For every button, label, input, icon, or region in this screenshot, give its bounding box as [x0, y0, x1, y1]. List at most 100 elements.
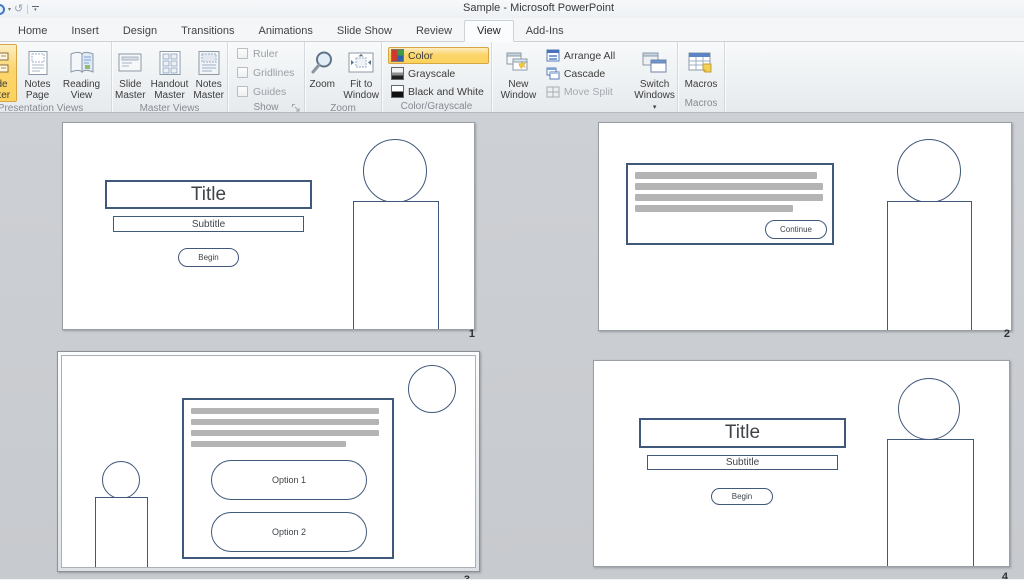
repeat-icon[interactable]: ↺	[14, 4, 23, 15]
undo-dropdown-caret[interactable]: ▾	[8, 6, 11, 13]
slide-number-2: 2	[990, 328, 1010, 340]
ribbon: Slide Sorter Notes Page Reading View	[0, 42, 1024, 113]
slide-sorter-canvas: Title Subtitle Begin 1 Continue 2	[0, 113, 1024, 579]
window-title: Sample - Microsoft PowerPoint	[463, 2, 614, 14]
tab-add-ins[interactable]: Add-Ins	[514, 21, 576, 41]
tab-design[interactable]: Design	[111, 21, 169, 41]
circle-shape	[408, 365, 456, 413]
notes-master-button[interactable]: Notes Master	[190, 44, 227, 102]
quick-access-toolbar: ▾ ↺ | ▾	[0, 2, 39, 16]
group-label-color-grayscale: Color/Grayscale	[382, 100, 491, 113]
new-window-button[interactable]: New Window	[496, 44, 541, 102]
fit-to-window-button[interactable]: Fit to Window	[341, 44, 381, 102]
slide-thumbnail-1[interactable]: Title Subtitle Begin	[62, 122, 475, 330]
tab-slide-show[interactable]: Slide Show	[325, 21, 404, 41]
customize-qat-button[interactable]: ▾	[32, 6, 39, 12]
continue-button-shape: Continue	[765, 220, 827, 239]
slide-thumbnail-2[interactable]: Continue	[598, 122, 1012, 331]
group-label-presentation-views: Presentation Views	[0, 102, 111, 113]
checkbox-icon	[237, 48, 248, 59]
show-dialog-launcher-icon[interactable]	[291, 103, 301, 113]
group-show: Ruler Gridlines Guides Show	[228, 42, 305, 112]
person-body-shape	[95, 497, 148, 568]
slide-thumbnail-4[interactable]: Title Subtitle Begin	[593, 360, 1010, 567]
checkbox-icon	[237, 67, 248, 78]
group-color-grayscale: Color Grayscale Black and White Color/Gr…	[382, 42, 492, 112]
handout-master-button[interactable]: Handout Master	[150, 44, 190, 102]
slide-thumbnail-3[interactable]: Option 1 Option 2	[61, 355, 476, 568]
color-button[interactable]: Color	[388, 47, 489, 64]
slide-number-4: 4	[988, 571, 1008, 579]
group-zoom: Zoom Fit to Window Zoom	[305, 42, 382, 112]
ribbon-tab-row: Home Insert Design Transitions Animation…	[0, 18, 1024, 42]
slide-number-3: 3	[450, 574, 470, 579]
gridlines-checkbox[interactable]: Gridlines	[237, 63, 294, 82]
ruler-checkbox[interactable]: Ruler	[237, 44, 278, 63]
notes-master-icon	[196, 47, 222, 79]
guides-checkbox[interactable]: Guides	[237, 82, 286, 101]
arrange-all-icon	[546, 49, 560, 62]
subtitle-placeholder: Subtitle	[113, 216, 304, 232]
macros-button[interactable]: Macros	[678, 44, 724, 91]
tab-insert[interactable]: Insert	[59, 21, 111, 41]
tab-transitions[interactable]: Transitions	[169, 21, 246, 41]
tab-review[interactable]: Review	[404, 21, 464, 41]
person-head-shape	[898, 378, 960, 440]
content-placeholder: Continue	[626, 163, 834, 245]
black-and-white-icon	[391, 85, 404, 98]
tab-view[interactable]: View	[464, 20, 514, 42]
move-split-icon	[546, 85, 560, 98]
grayscale-icon	[391, 67, 404, 80]
slide-master-button[interactable]: Slide Master	[112, 44, 149, 102]
reading-view-button[interactable]: Reading View	[59, 44, 105, 102]
powerpoint-window: ▾ ↺ | ▾ Sample - Microsoft PowerPoint Ho…	[0, 0, 1024, 580]
notes-page-button[interactable]: Notes Page	[18, 44, 58, 102]
qat-separator: |	[26, 4, 29, 15]
arrange-all-button[interactable]: Arrange All	[543, 47, 620, 64]
group-label-master-views: Master Views	[112, 102, 227, 113]
group-presentation-views: Slide Sorter Notes Page Reading View	[0, 42, 112, 112]
person-body-shape	[887, 201, 972, 331]
checkbox-icon	[237, 86, 248, 97]
grayscale-button[interactable]: Grayscale	[388, 65, 489, 82]
person-head-shape	[897, 139, 961, 203]
tab-animations[interactable]: Animations	[247, 21, 325, 41]
undo-icon[interactable]	[0, 4, 5, 15]
cascade-button[interactable]: Cascade	[543, 65, 620, 82]
black-and-white-button[interactable]: Black and White	[388, 83, 489, 100]
move-split-button: Move Split	[543, 83, 620, 100]
group-macros: Macros Macros	[678, 42, 725, 112]
zoom-button[interactable]: Zoom	[305, 44, 339, 91]
person-body-shape	[353, 201, 439, 330]
slide-sorter-button[interactable]: Slide Sorter	[0, 44, 17, 102]
slide-thumbnail-3-selection[interactable]: Option 1 Option 2	[57, 351, 480, 572]
reading-view-icon	[68, 47, 96, 79]
color-icon	[391, 49, 404, 62]
person-head-shape	[363, 139, 427, 203]
switch-windows-button[interactable]: Switch Windows ▾	[632, 44, 677, 113]
switch-windows-icon	[641, 47, 669, 79]
tab-home[interactable]: Home	[6, 21, 59, 41]
slide-master-icon	[117, 47, 143, 79]
group-window: New Window Arrange All Cascade Move Spli…	[492, 42, 678, 112]
begin-button-shape: Begin	[178, 248, 239, 267]
group-master-views: Slide Master Handout Master Notes Master	[112, 42, 228, 112]
subtitle-placeholder: Subtitle	[647, 455, 838, 470]
slide-number-1: 1	[455, 328, 475, 340]
title-placeholder: Title	[105, 180, 312, 209]
person-head-shape	[102, 461, 140, 499]
title-bar: ▾ ↺ | ▾ Sample - Microsoft PowerPoint	[0, 0, 1024, 18]
macros-icon	[687, 47, 715, 79]
handout-master-icon	[157, 47, 183, 79]
person-body-shape	[887, 439, 974, 567]
title-placeholder: Title	[639, 418, 846, 448]
cascade-icon	[546, 67, 560, 80]
fit-to-window-icon	[347, 47, 375, 79]
slide-sorter-icon	[0, 47, 10, 79]
group-label-macros: Macros	[678, 97, 724, 112]
content-placeholder: Option 1 Option 2	[182, 398, 394, 559]
begin-button-shape: Begin	[711, 488, 773, 505]
group-label-zoom: Zoom	[305, 102, 381, 113]
new-window-icon	[504, 47, 532, 79]
notes-page-icon	[25, 47, 51, 79]
